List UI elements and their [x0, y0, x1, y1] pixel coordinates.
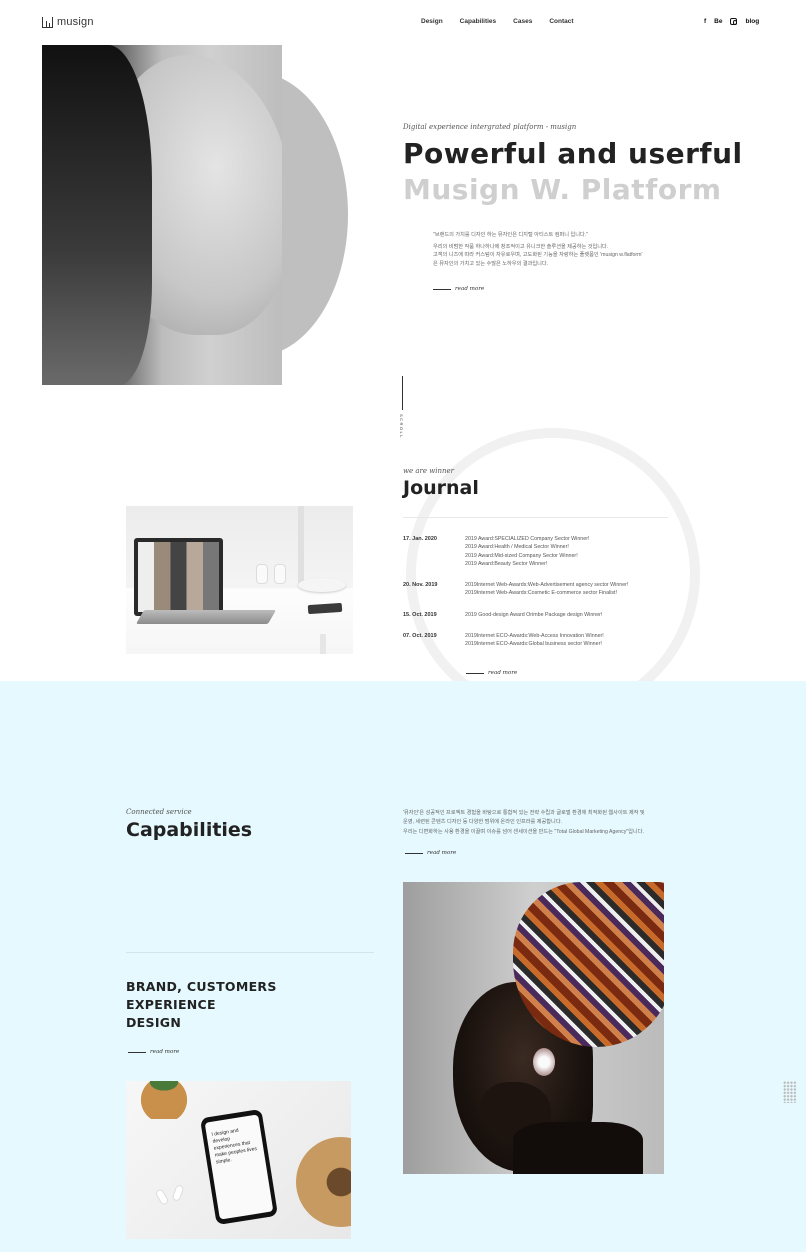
- journal-entry-items: 2019 Award:SPECIALIZED Company Sector Wi…: [465, 535, 589, 568]
- capabilities-desc-line: 우리는 디변화하는 사용 환경을 이끌며 이슈를 넘어 센세이션을 만드는 "T…: [403, 828, 644, 835]
- journal-read-more-link[interactable]: read more: [466, 670, 517, 676]
- journal-subtitle: we are winner: [403, 467, 454, 475]
- blog-link[interactable]: blog: [745, 18, 759, 25]
- hero-desc-line: 우리의 비범한 작품 하나하나에 창조적이고 유니크한 솔루션을 제공하는 것입…: [433, 243, 609, 250]
- table-leg-shape: [320, 634, 326, 654]
- capabilities-read-more-link[interactable]: read more: [405, 850, 456, 856]
- hero-woman-image: [42, 45, 282, 385]
- logo[interactable]: musign: [42, 16, 94, 28]
- journal-entry[interactable]: 17. Jan. 2020 2019 Award:SPECIALIZED Com…: [403, 535, 589, 568]
- smartphone-desk-image: I design and develop experiences that ma…: [126, 1081, 351, 1239]
- journal-entry-items: 2019Internet ECO-Awards:Web-Access Innov…: [465, 632, 604, 649]
- journal-entry-date: 17. Jan. 2020: [403, 536, 437, 542]
- hero-title-line2: Musign W. Platform: [403, 173, 722, 206]
- woman-neck-shape: [513, 1122, 643, 1174]
- journal-item: 2019 Award:Beauty Sector Winner!: [465, 560, 548, 567]
- dots-grid-icon[interactable]: [783, 1081, 797, 1103]
- hero-title-line1: Powerful and userful: [403, 137, 743, 170]
- speaker-shape: [274, 564, 286, 584]
- headwrap-woman-image: [403, 882, 664, 1174]
- behance-icon[interactable]: Be: [714, 18, 722, 25]
- lamp-shape: [298, 506, 304, 586]
- nav-item-capabilities[interactable]: Capabilities: [460, 18, 496, 25]
- hero-desc-line: 고객의 니즈에 따라 커스텀이 자유로우며, 고도화된 기능을 자랑하는 플랫폼…: [433, 252, 643, 259]
- desk-phone-shape: [307, 602, 343, 615]
- nav-item-design[interactable]: Design: [421, 18, 443, 25]
- capabilities-title: Capabilities: [126, 819, 253, 841]
- earbuds-shape: [154, 1184, 194, 1211]
- capabilities-desc-line: '뮤자인'은 성공적인 프로젝트 경험을 바탕으로 통합적 있는 전략 수립과 …: [403, 810, 645, 816]
- phone-screen-text: I design and develop experiences that ma…: [204, 1114, 274, 1220]
- lamp-base-shape: [298, 578, 346, 592]
- journal-item: 2019 Award:SPECIALIZED Company Sector Wi…: [465, 536, 590, 542]
- laptop-keyboard-shape: [135, 610, 277, 624]
- nav-item-contact[interactable]: Contact: [549, 18, 573, 25]
- journal-item: 2019Internet ECO-Awards:Web-Access Innov…: [465, 633, 604, 639]
- capabilities-heading-line: DESIGN: [126, 1015, 182, 1030]
- scroll-label: SCROLL: [399, 414, 404, 440]
- capabilities-description: '뮤자인'은 성공적인 프로젝트 경험을 바탕으로 통합적 있는 전략 수립과 …: [403, 809, 693, 837]
- journal-item: 2019Internet ECO-Awards:Global business …: [465, 641, 602, 648]
- hero-desc-line: 은 뮤자인의 가치고 있는 수많은 노하우의 결과입니다.: [433, 261, 549, 268]
- speaker-shape: [256, 564, 268, 584]
- journal-entry-date: 20. Nov. 2019: [403, 582, 438, 588]
- main-nav: Design Capabilities Cases Contact: [421, 18, 574, 25]
- journal-entry-date: 07. Oct. 2019: [403, 633, 437, 639]
- logo-icon: [42, 16, 53, 28]
- capabilities-heading: BRAND, CUSTOMERS EXPERIENCE DESIGN: [126, 978, 326, 1032]
- journal-item: 2019 Award:Health / Medical Sector Winne…: [465, 544, 569, 551]
- capabilities-heading-line: BRAND, CUSTOMERS: [126, 979, 277, 994]
- smartphone-shape: I design and develop experiences that ma…: [199, 1108, 279, 1226]
- scroll-indicator-line: [402, 376, 403, 410]
- hero-read-more-link[interactable]: read more: [433, 286, 484, 292]
- logo-text: musign: [57, 16, 94, 28]
- social-links: f Be blog: [704, 18, 759, 25]
- hero-hair-shape: [42, 45, 152, 385]
- capabilities-heading-line: EXPERIENCE: [126, 997, 216, 1012]
- hero-description: "브랜드의 가치를 디자인 하는 뮤자인은 디지털 아티스트 컴퍼니 입니다."…: [433, 231, 693, 269]
- journal-item: 2019 Good-design Award Orimbe Package de…: [465, 612, 603, 618]
- journal-entry[interactable]: 15. Oct. 2019 2019 Good-design Award Ori…: [403, 611, 602, 619]
- capabilities-heading-read-more-link[interactable]: read more: [128, 1049, 179, 1055]
- journal-item: 2019Internet Web-Awards:Cosmetic E-comme…: [465, 590, 617, 597]
- journal-title: Journal: [403, 477, 479, 499]
- page: musign Design Capabilities Cases Contact…: [0, 0, 806, 1252]
- plant-shape: [134, 1081, 194, 1119]
- journal-entry-items: 2019Internet Web-Awards:Web-Advertisemen…: [465, 581, 628, 598]
- laptop-screen-shape: [134, 538, 223, 616]
- capabilities-subtitle: Connected service: [126, 808, 192, 816]
- capabilities-desc-line: 운영, 세련된 콘텐츠 디자인 등 다양한 범위에 온라인 인프라를 제공합니다…: [403, 819, 563, 826]
- journal-item: 2019Internet Web-Awards:Web-Advertisemen…: [465, 582, 629, 588]
- nav-item-cases[interactable]: Cases: [513, 18, 532, 25]
- coaster-shape: [296, 1137, 351, 1227]
- journal-entry-date: 15. Oct. 2019: [403, 612, 437, 618]
- journal-entry[interactable]: 20. Nov. 2019 2019Internet Web-Awards:We…: [403, 581, 628, 598]
- capabilities-divider: [126, 952, 374, 953]
- journal-entry[interactable]: 07. Oct. 2019 2019Internet ECO-Awards:We…: [403, 632, 604, 649]
- laptop-desk-image: [126, 506, 353, 654]
- earring-shape: [533, 1048, 555, 1076]
- hero-subtitle: Digital experience intergrated platform …: [403, 123, 577, 131]
- hero-desc-quote: "브랜드의 가치를 디자인 하는 뮤자인은 디지털 아티스트 컴퍼니 입니다.": [433, 232, 589, 238]
- facebook-icon[interactable]: f: [704, 18, 706, 25]
- journal-divider: [403, 517, 668, 518]
- journal-entry-items: 2019 Good-design Award Orimbe Package de…: [465, 611, 602, 619]
- journal-item: 2019 Award:Mid-sized Company Sector Winn…: [465, 552, 578, 559]
- instagram-icon[interactable]: [730, 18, 738, 25]
